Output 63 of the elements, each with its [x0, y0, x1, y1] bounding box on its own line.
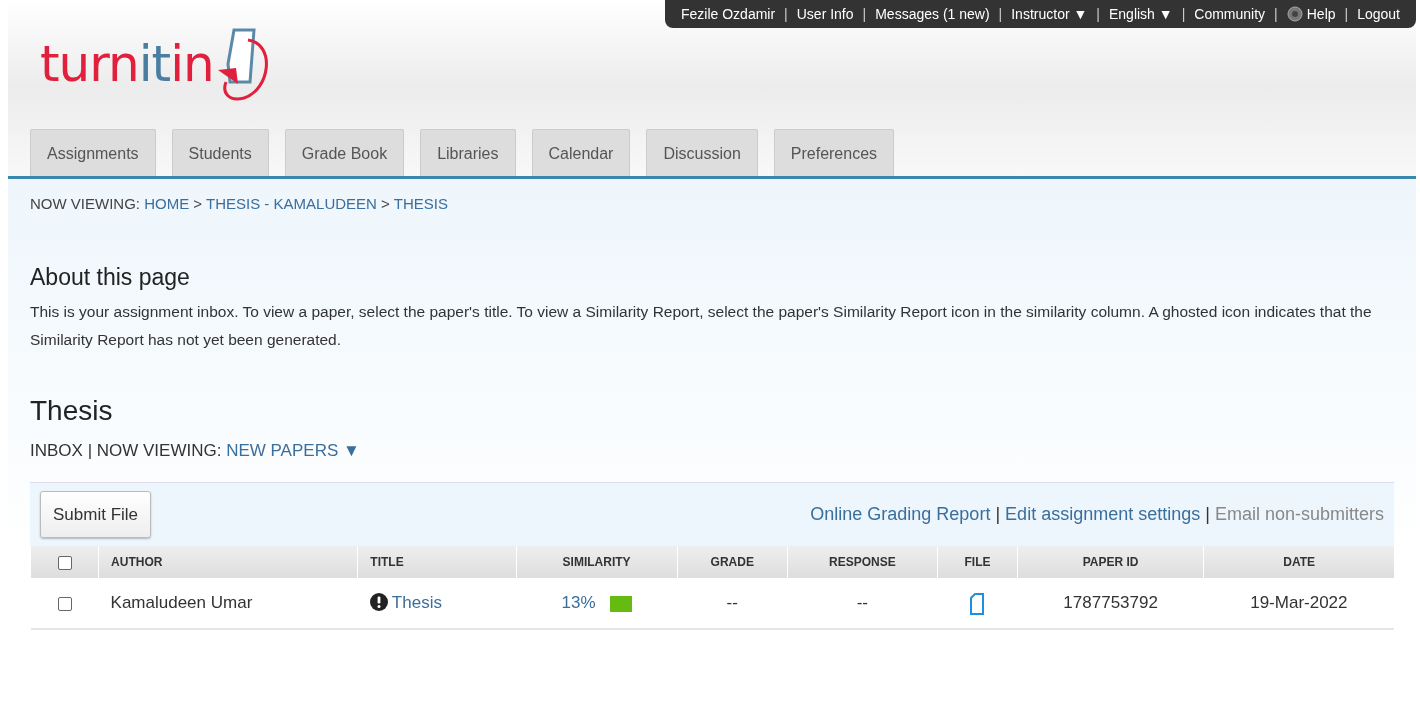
- inbox-label: INBOX: [30, 441, 84, 460]
- user-name: Fezile Ozdamir: [680, 4, 776, 24]
- response-value: --: [856, 593, 869, 612]
- menu-separator: |: [1274, 4, 1278, 24]
- submit-file-button[interactable]: Submit File: [40, 490, 152, 538]
- paper-title-link[interactable]: Thesis: [391, 593, 442, 612]
- breadcrumb-separator: >: [381, 195, 390, 212]
- nav-tab[interactable]: Libraries: [420, 129, 516, 176]
- column-header: DATE: [1283, 555, 1315, 569]
- paper-id: 1787753792: [1063, 593, 1158, 612]
- view-filter-dropdown[interactable]: NEW PAPERS ▼: [226, 441, 360, 460]
- toolbar-link[interactable]: Edit assignment settings: [1005, 503, 1201, 524]
- viewing-label: | NOW VIEWING:: [87, 441, 223, 460]
- help-icon[interactable]: [1286, 6, 1303, 22]
- checkbox[interactable]: [57, 596, 72, 611]
- breadcrumb-label: NOW VIEWING:: [30, 195, 141, 212]
- nav-tab[interactable]: Discussion: [646, 129, 758, 176]
- top-menu-link[interactable]: Logout: [1357, 3, 1400, 25]
- toolbar-link: Email non-submitters: [1214, 503, 1384, 524]
- column-header: PAPER ID: [1082, 555, 1139, 569]
- column-header: FILE: [964, 555, 991, 569]
- menu-separator: |: [1181, 4, 1186, 24]
- top-menu-link[interactable]: Community: [1194, 3, 1266, 25]
- top-menu-link[interactable]: Instructor ▼: [1011, 3, 1088, 25]
- nav-tab[interactable]: Assignments: [30, 129, 156, 176]
- menu-separator: |: [862, 4, 867, 24]
- logo-text: turn: [40, 34, 139, 93]
- nav-tab[interactable]: Grade Book: [284, 129, 405, 176]
- menu-separator: |: [1096, 4, 1100, 24]
- column-header: TITLE: [370, 555, 404, 569]
- author-name: Kamaludeen Umar: [110, 593, 253, 612]
- top-menu-link[interactable]: Help: [1306, 3, 1336, 25]
- breadcrumb-link[interactable]: THESIS: [393, 195, 448, 212]
- nav-tab[interactable]: Preferences: [773, 129, 895, 176]
- logo-text: it: [138, 34, 171, 93]
- breadcrumb-link[interactable]: THESIS - KAMALUDEEN: [206, 195, 377, 212]
- checkbox[interactable]: [57, 555, 72, 570]
- assignment-title: Thesis: [30, 394, 114, 428]
- section-title: About this page: [30, 262, 191, 292]
- top-menu-link[interactable]: English ▼: [1109, 3, 1173, 25]
- column-header: GRADE: [710, 555, 754, 569]
- nav-tab[interactable]: Calendar: [531, 129, 631, 176]
- column-header: RESPONSE: [829, 555, 896, 569]
- grade-value: --: [726, 593, 738, 612]
- top-menu-link[interactable]: User Info: [796, 3, 854, 25]
- warning-icon: [369, 593, 388, 611]
- menu-separator: |: [998, 4, 1003, 24]
- description-text: This is your assignment inbox. To view a paper, select the paper's title. To view a Similarity Report, select the paper's Similarity Report icon in the similarity column. A ghosted icon indicates that the Similarity Report has not yet been generated.: [30, 302, 1373, 350]
- link-separator: |: [1205, 503, 1210, 524]
- top-menu-link[interactable]: Messages (1 new): [875, 3, 990, 25]
- breadcrumb-link[interactable]: HOME: [144, 195, 190, 212]
- column-header: SIMILARITY: [562, 555, 631, 569]
- submission-date: 19-Mar-2022: [1250, 593, 1348, 612]
- menu-separator: |: [1344, 4, 1349, 24]
- breadcrumb-separator: >: [193, 195, 203, 212]
- link-separator: |: [995, 503, 1001, 524]
- similarity-score-link[interactable]: 13%: [561, 593, 596, 612]
- nav-tab[interactable]: Students: [171, 129, 269, 176]
- column-header: AUTHOR: [111, 555, 163, 569]
- logo-text: in: [170, 34, 214, 93]
- file-icon[interactable]: [970, 592, 985, 615]
- toolbar-link[interactable]: Online Grading Report: [810, 503, 991, 524]
- menu-separator: |: [784, 4, 788, 24]
